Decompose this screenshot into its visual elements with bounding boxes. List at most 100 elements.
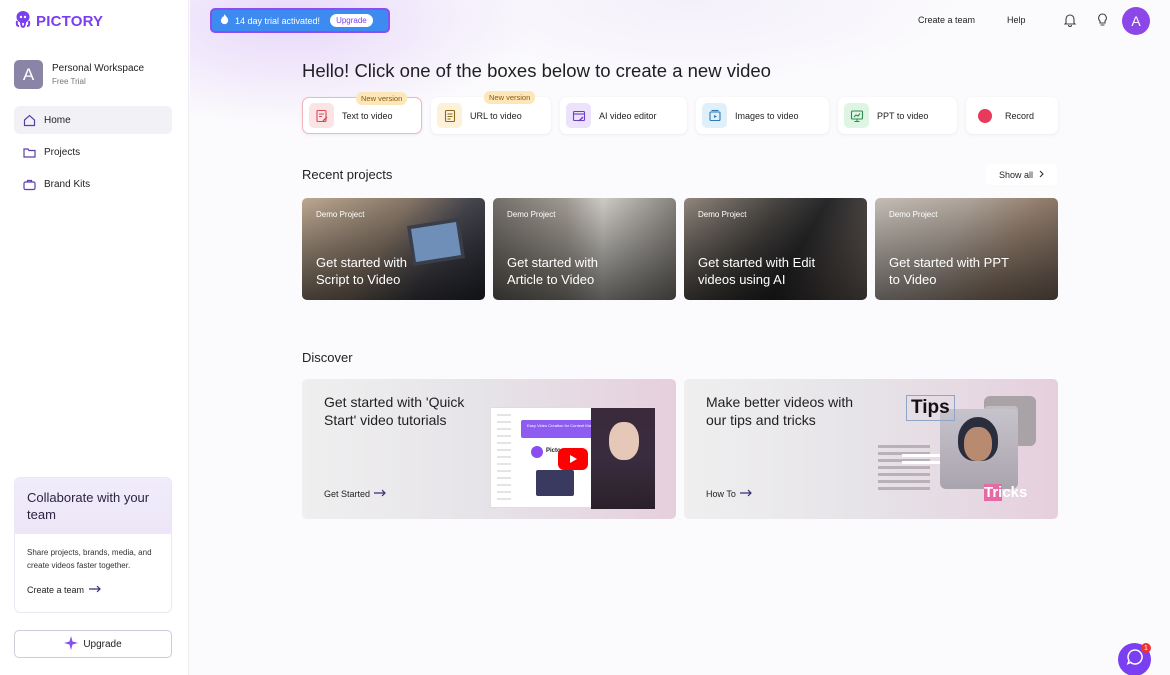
document-icon [437, 103, 462, 128]
project-title: Get started with Edit videos using AI [698, 255, 816, 287]
recent-projects-list: Demo Project Get started with Script to … [302, 198, 1058, 300]
sparkle-icon [64, 635, 79, 653]
tutorial-video-thumb [536, 470, 574, 496]
create-team-label: Create a team [27, 585, 85, 595]
tutorial-sidebar [497, 414, 511, 502]
project-tag: Demo Project [507, 210, 556, 219]
arrow-right-icon [374, 489, 386, 499]
how-to-label: How To [706, 489, 736, 499]
creator-label: Images to video [735, 110, 799, 121]
record-button[interactable]: Record [966, 97, 1058, 134]
chat-button[interactable]: 1 [1118, 643, 1151, 675]
creator-options: Text to video New version URL to video N… [302, 91, 1058, 134]
discover-title: Discover [302, 350, 353, 365]
youtube-play-icon[interactable] [558, 448, 588, 470]
tutorial-thumbnail[interactable]: Easy Video Creation for Content Marketer… [490, 407, 655, 509]
project-card[interactable]: Demo Project Get started with Article to… [493, 198, 676, 300]
new-version-badge: New version [356, 92, 408, 105]
creator-label: URL to video [470, 110, 522, 121]
text-to-video-icon [309, 103, 334, 128]
project-card[interactable]: Demo Project Get started with Edit video… [684, 198, 867, 300]
logo[interactable]: PICTORY [14, 10, 103, 33]
project-card[interactable]: Demo Project Get started with Script to … [302, 198, 485, 300]
record-icon [972, 103, 997, 128]
sidebar-item-label: Projects [44, 146, 81, 158]
sidebar-item-label: Home [44, 114, 71, 126]
creator-label: AI video editor [599, 110, 657, 121]
sidebar-item-home[interactable]: Home [14, 106, 172, 134]
trial-banner: 14 day trial activated! Upgrade [210, 8, 390, 33]
sidebar-nav: Home Projects Brand Kits [14, 106, 172, 202]
bell-icon[interactable] [1062, 12, 1078, 28]
workspace-avatar: A [14, 60, 43, 89]
how-to-link[interactable]: How To [706, 489, 752, 499]
arrow-right-icon [739, 489, 752, 499]
create-team-link[interactable]: Create a team [27, 584, 159, 597]
presenter-image [591, 408, 655, 509]
ai-video-editor-button[interactable]: AI video editor [560, 97, 687, 134]
tricks-overlay: Tricks [984, 484, 1027, 501]
arrow-right-icon [89, 584, 101, 597]
chevron-right-icon [1039, 170, 1044, 180]
video-editor-icon [566, 103, 591, 128]
help-nav-link[interactable]: Help [1007, 15, 1026, 25]
page-title: Hello! Click one of the boxes below to c… [302, 60, 771, 81]
show-all-button[interactable]: Show all [986, 164, 1057, 185]
text-lines-graphic [878, 445, 930, 493]
new-version-badge: New version [484, 91, 536, 104]
url-to-video-button[interactable]: URL to video New version [431, 91, 551, 134]
tips-card[interactable]: Make better videos with our tips and tri… [684, 379, 1058, 519]
get-started-label: Get Started [324, 489, 371, 499]
sidebar-item-label: Brand Kits [44, 178, 91, 190]
discover-list: Get started with 'Quick Start' video tut… [302, 379, 1058, 519]
folder-icon [23, 146, 36, 159]
workspace-switcher[interactable]: A Personal Workspace Free Trial [14, 60, 144, 89]
project-tag: Demo Project [316, 210, 365, 219]
user-avatar[interactable]: A [1122, 7, 1150, 35]
images-icon [702, 103, 727, 128]
chat-notification-badge: 1 [1141, 643, 1151, 653]
upgrade-label: Upgrade [83, 638, 122, 650]
octopus-logo-icon [531, 446, 543, 458]
logo-text: PICTORY [36, 13, 104, 30]
workspace-plan: Free Trial [52, 77, 86, 86]
collaborate-card: Collaborate with your team Share project… [14, 477, 172, 613]
tricks-highlight: Tri [984, 484, 1003, 501]
lightbulb-icon[interactable] [1094, 12, 1110, 28]
discover-card-title: Make better videos with our tips and tri… [706, 394, 854, 428]
trial-upgrade-button[interactable]: Upgrade [330, 14, 373, 27]
home-icon [23, 114, 36, 127]
ppt-to-video-button[interactable]: PPT to video [838, 97, 957, 134]
chat-bubble-icon [1126, 648, 1144, 671]
get-started-link[interactable]: Get Started [324, 489, 386, 499]
flame-icon [220, 14, 229, 27]
recent-projects-title: Recent projects [302, 167, 393, 182]
workspace-name: Personal Workspace [52, 63, 145, 74]
presenter-image [940, 409, 1018, 489]
trial-text: 14 day trial activated! [235, 15, 321, 26]
collaborate-description: Share projects, brands, media, and creat… [27, 548, 152, 570]
briefcase-icon [23, 178, 36, 191]
images-to-video-button[interactable]: Images to video [696, 97, 829, 134]
project-card[interactable]: Demo Project Get started with PPT to Vid… [875, 198, 1058, 300]
text-to-video-button[interactable]: Text to video New version [302, 92, 422, 134]
sidebar-item-brand-kits[interactable]: Brand Kits [14, 170, 172, 198]
project-title: Get started with Article to Video [507, 255, 599, 287]
sidebar-item-projects[interactable]: Projects [14, 138, 172, 166]
show-all-label: Show all [998, 169, 1034, 180]
collaborate-title: Collaborate with your team [15, 478, 171, 534]
creator-label: Record [1005, 110, 1035, 121]
octopus-logo-icon [14, 10, 32, 33]
tips-overlay: Tips [906, 395, 955, 421]
sidebar-upgrade-button[interactable]: Upgrade [14, 630, 172, 658]
creator-label: PPT to video [877, 110, 929, 121]
tricks-rest: cks [1002, 484, 1028, 501]
project-tag: Demo Project [889, 210, 938, 219]
quick-start-card[interactable]: Get started with 'Quick Start' video tut… [302, 379, 676, 519]
project-tag: Demo Project [698, 210, 747, 219]
sidebar: PICTORY A Personal Workspace Free Trial … [0, 0, 189, 675]
project-title: Get started with Script to Video [316, 255, 408, 287]
discover-card-title: Get started with 'Quick Start' video tut… [324, 394, 465, 428]
project-title: Get started with PPT to Video [889, 255, 1009, 287]
create-team-nav-link[interactable]: Create a team [918, 15, 975, 25]
